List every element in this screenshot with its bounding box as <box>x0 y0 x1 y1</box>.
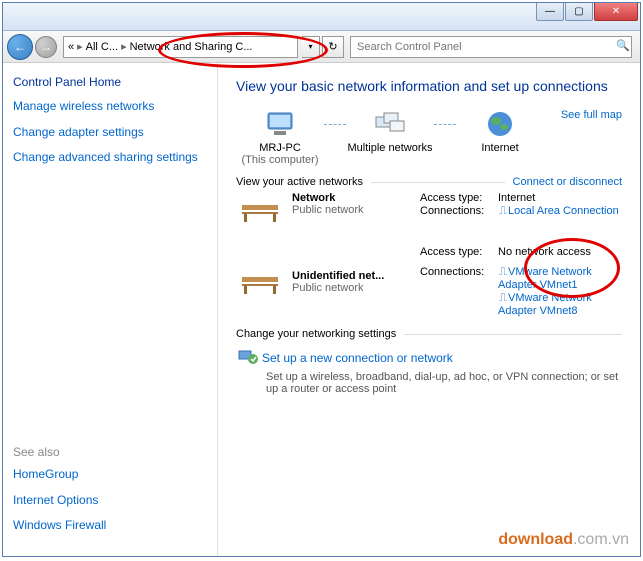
bench-icon <box>236 264 284 300</box>
search-icon: 🔍 <box>616 39 630 52</box>
map-pc-sublabel: (This computer) <box>236 154 324 166</box>
see-also-header: See also <box>13 445 106 459</box>
multi-network-icon <box>374 109 406 139</box>
setup-description: Set up a wireless, broadband, dial-up, a… <box>266 371 622 395</box>
active-networks-header: View your active networks <box>236 176 363 188</box>
setup-connection-link[interactable]: Set up a new connection or network <box>262 351 453 365</box>
map-internet-label: Internet <box>456 142 544 154</box>
close-button[interactable]: ✕ <box>594 3 638 21</box>
signal-icon: ⎍ <box>498 292 508 305</box>
connection-link-vmnet8[interactable]: VMware Network Adapter VMnet8 <box>498 292 592 317</box>
access-type-label: Access type: <box>420 246 498 258</box>
network-row: Network Public network Access type:Inter… <box>236 192 622 228</box>
breadcrumb-dropdown[interactable]: ▾ <box>302 36 320 58</box>
network-row: Unidentified net... Public network Acces… <box>236 246 622 318</box>
bench-icon <box>236 192 284 228</box>
forward-button[interactable]: → <box>35 36 57 58</box>
signal-icon: ⎍ <box>498 266 508 279</box>
breadcrumb-item[interactable]: Network and Sharing C... <box>130 41 253 53</box>
control-panel-home-link[interactable]: Control Panel Home <box>13 75 207 89</box>
titlebar: — ▢ ✕ <box>3 3 640 31</box>
connect-disconnect-link[interactable]: Connect or disconnect <box>513 176 622 188</box>
sidebar-link-adapter[interactable]: Change adapter settings <box>13 125 207 141</box>
page-title: View your basic network information and … <box>236 77 622 95</box>
access-type-label: Access type: <box>420 192 498 204</box>
see-also-firewall[interactable]: Windows Firewall <box>13 518 106 534</box>
search-input[interactable] <box>350 36 632 58</box>
see-full-map-link[interactable]: See full map <box>561 109 622 121</box>
pc-icon <box>264 109 296 139</box>
refresh-button[interactable]: ↻ <box>322 36 344 58</box>
connection-link-lan[interactable]: Local Area Connection <box>508 205 619 217</box>
breadcrumb-item[interactable]: All C... <box>86 41 118 53</box>
connection-link-vmnet1[interactable]: VMware Network Adapter VMnet1 <box>498 266 592 291</box>
sidebar: Control Panel Home Manage wireless netwo… <box>3 63 218 556</box>
network-type[interactable]: Public network <box>292 282 420 294</box>
see-also-homegroup[interactable]: HomeGroup <box>13 467 106 483</box>
network-name: Unidentified net... <box>292 270 420 282</box>
network-name: Network <box>292 192 420 204</box>
signal-icon: ⎍ <box>498 205 508 218</box>
breadcrumb[interactable]: « ▸ All C... ▸ Network and Sharing C... <box>63 36 298 58</box>
network-map: MRJ-PC (This computer) Multiple networks… <box>236 109 622 166</box>
map-pc-label: MRJ-PC <box>236 142 324 154</box>
navbar: ← → « ▸ All C... ▸ Network and Sharing C… <box>3 31 640 63</box>
sidebar-link-sharing[interactable]: Change advanced sharing settings <box>13 150 207 166</box>
setup-icon <box>236 346 262 369</box>
maximize-button[interactable]: ▢ <box>565 3 593 21</box>
content: View your basic network information and … <box>218 63 640 556</box>
access-type-value: Internet <box>498 192 622 204</box>
access-type-value: No network access <box>498 246 622 258</box>
back-button[interactable]: ← <box>7 34 33 60</box>
change-settings-header: Change your networking settings <box>236 328 396 340</box>
see-also-internet-options[interactable]: Internet Options <box>13 493 106 509</box>
map-multi-label: Multiple networks <box>346 142 434 154</box>
connections-label: Connections: <box>420 266 498 291</box>
globe-icon <box>484 109 516 139</box>
connections-label: Connections: <box>420 205 498 218</box>
minimize-button[interactable]: — <box>536 3 564 21</box>
network-type[interactable]: Public network <box>292 204 420 216</box>
breadcrumb-root[interactable]: « <box>68 41 74 53</box>
sidebar-link-wireless[interactable]: Manage wireless networks <box>13 99 207 115</box>
